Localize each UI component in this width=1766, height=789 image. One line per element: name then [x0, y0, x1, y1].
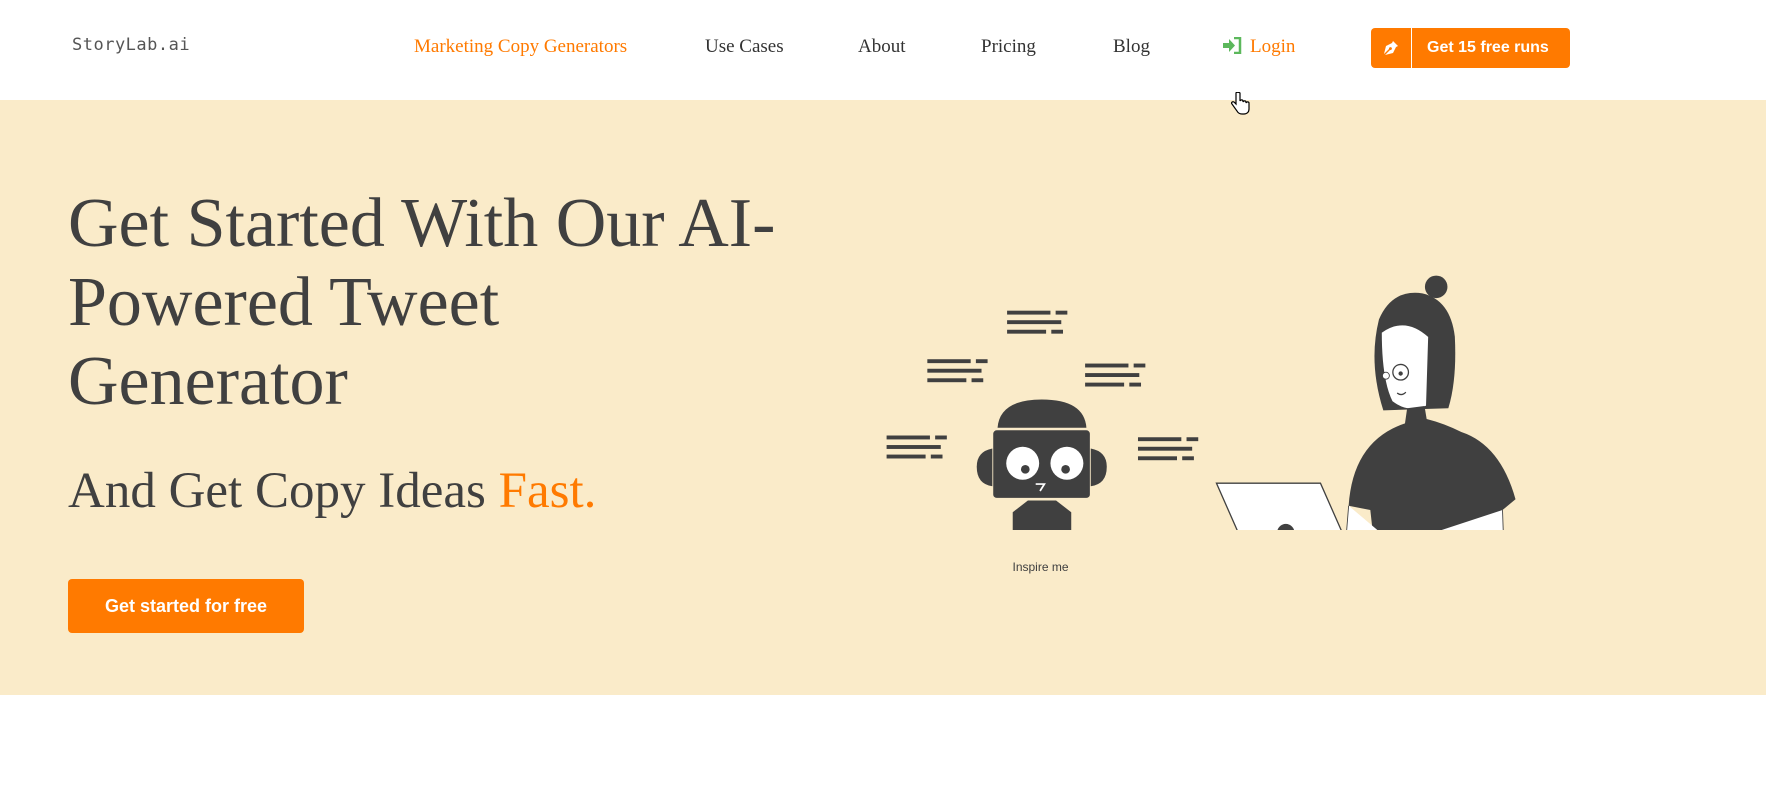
pen-nib-icon — [1371, 28, 1412, 68]
header: StoryLab.ai Marketing Copy Generators Us… — [0, 0, 1766, 100]
nav-blog[interactable]: Blog — [1113, 36, 1150, 58]
get-free-runs-label: Get 15 free runs — [1427, 39, 1549, 56]
hero-subtitle: And Get Copy Ideas Fast. — [68, 462, 596, 520]
hero-title: Get Started With Our AI-Powered Tweet Ge… — [68, 185, 776, 420]
login-link[interactable]: Login — [1223, 36, 1295, 60]
nav-marketing-copy-generators[interactable]: Marketing Copy Generators — [414, 36, 627, 58]
nav-use-cases[interactable]: Use Cases — [705, 36, 784, 58]
robot-illustration — [976, 399, 1107, 530]
login-label: Login — [1250, 36, 1296, 57]
woman-at-laptop-illustration — [1215, 275, 1516, 530]
logo[interactable]: StoryLab.ai — [72, 35, 190, 55]
subtitle-text: And Get Copy Ideas — [68, 463, 499, 519]
nav-about[interactable]: About — [858, 36, 906, 58]
subtitle-accent: Fast. — [498, 463, 597, 519]
inspire-me-label: Inspire me — [1012, 559, 1069, 574]
get-free-runs-button[interactable]: Get 15 free runs — [1371, 28, 1570, 68]
hero-illustration — [886, 275, 1516, 530]
sign-in-icon — [1223, 36, 1242, 60]
nav-pricing[interactable]: Pricing — [981, 36, 1036, 58]
get-started-button[interactable]: Get started for free — [68, 579, 304, 633]
hand-cursor-icon — [1231, 92, 1250, 115]
